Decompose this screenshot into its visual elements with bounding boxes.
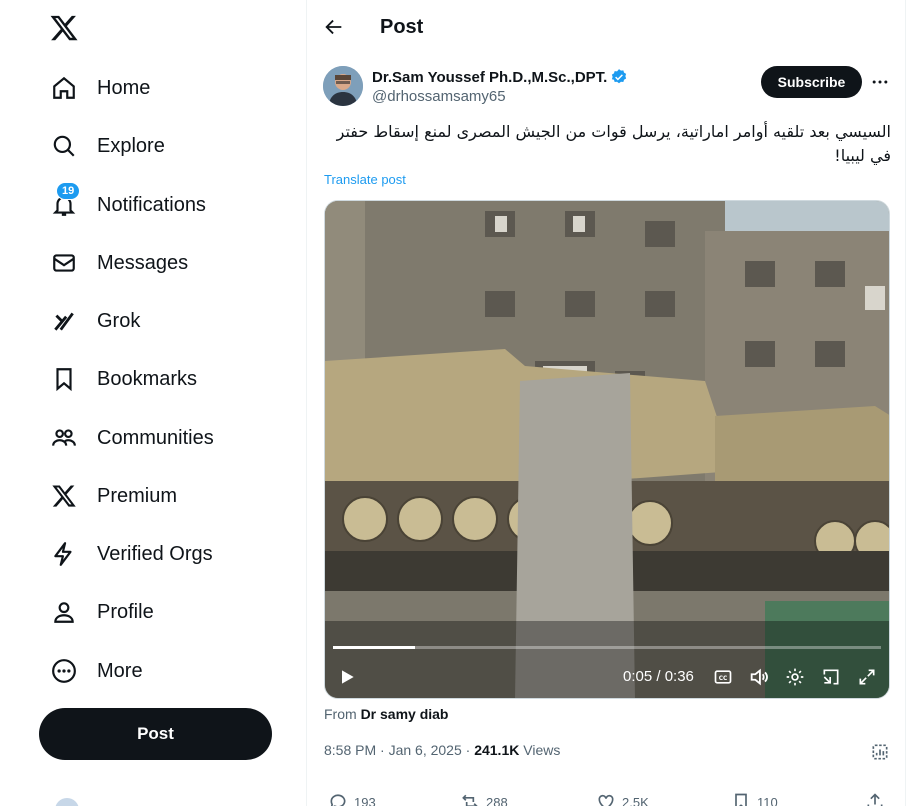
- nav-premium[interactable]: Premium: [50, 476, 177, 516]
- communities-icon: [50, 424, 78, 452]
- nav-home[interactable]: Home: [50, 68, 150, 108]
- video-frame: [325, 201, 889, 698]
- bell-icon: 19: [50, 182, 81, 219]
- views-label: Views: [523, 742, 561, 758]
- nav-messages-label: Messages: [97, 251, 189, 274]
- page-title: Post: [380, 16, 424, 38]
- like-button[interactable]: 2.5K: [596, 792, 649, 806]
- nav-explore-label: Explore: [97, 134, 165, 157]
- reply-icon: [330, 794, 346, 806]
- picture-in-picture-icon[interactable]: [819, 665, 843, 689]
- tweet-timestamp[interactable]: 8:58 PM · Jan 6, 2025 ·: [324, 742, 470, 758]
- captions-icon[interactable]: CC: [711, 665, 735, 689]
- author-name[interactable]: Dr.Sam Youssef Ph.D.,M.Sc.,DPT.: [372, 68, 628, 86]
- nav-communities-label: Communities: [97, 426, 214, 449]
- person-icon: [50, 598, 78, 626]
- heart-icon: [598, 794, 614, 806]
- left-sidebar: Home Explore 19 Notifications Messages G…: [0, 0, 306, 806]
- compose-post-button[interactable]: Post: [39, 708, 272, 760]
- back-arrow-icon[interactable]: [323, 16, 347, 40]
- nav-premium-label: Premium: [97, 484, 178, 507]
- fullscreen-icon[interactable]: [855, 665, 879, 689]
- nav-bookmarks[interactable]: Bookmarks: [50, 359, 197, 399]
- settings-gear-icon[interactable]: [783, 665, 807, 689]
- nav-messages[interactable]: Messages: [50, 243, 188, 283]
- like-count: 2.5K: [622, 794, 649, 806]
- account-avatar[interactable]: [55, 798, 79, 806]
- video-player[interactable]: 0:05 / 0:36 CC: [324, 200, 890, 699]
- main-column: Post Dr.Sam Youssef Ph.D.,M.Sc.,DPT. @dr…: [306, 0, 906, 806]
- video-time: 0:05 / 0:36: [623, 668, 694, 685]
- nav-bookmarks-label: Bookmarks: [97, 367, 198, 390]
- reply-button[interactable]: 193: [328, 792, 376, 806]
- video-progress-fill: [333, 646, 416, 649]
- views-count: 241.1K: [474, 742, 520, 758]
- nav-grok-label: Grok: [97, 309, 141, 332]
- nav-home-label: Home: [97, 76, 151, 99]
- subscribe-button[interactable]: Subscribe: [761, 66, 862, 98]
- nav-profile-label: Profile: [97, 600, 154, 623]
- share-icon: [867, 793, 883, 806]
- tweet-meta: 8:58 PM · Jan 6, 2025 · 241.1K Views: [324, 742, 560, 758]
- grok-icon: [50, 307, 78, 335]
- x-logo-icon[interactable]: [49, 13, 81, 45]
- author-avatar[interactable]: [323, 66, 363, 106]
- search-icon: [50, 132, 78, 160]
- bookmark-count: 110: [757, 794, 778, 806]
- repost-icon: [462, 794, 478, 806]
- nav-profile[interactable]: Profile: [50, 592, 154, 632]
- mail-icon: [50, 249, 78, 277]
- author-handle[interactable]: @drhossamsamy65: [372, 88, 506, 105]
- volume-icon[interactable]: [747, 665, 771, 689]
- bookmark-icon: [50, 365, 78, 393]
- tweet-actions: 193 288 2.5K 110: [307, 786, 906, 806]
- video-source: From Dr samy diab: [324, 706, 449, 722]
- nav-notifications-label: Notifications: [97, 193, 206, 216]
- play-icon[interactable]: [335, 665, 359, 689]
- nav-more-label: More: [97, 659, 143, 682]
- video-source-prefix: From: [324, 706, 357, 722]
- repost-count: 288: [486, 794, 508, 806]
- nav-communities[interactable]: Communities: [50, 418, 214, 458]
- post-header: Post: [307, 0, 906, 56]
- nav-grok[interactable]: Grok: [50, 301, 140, 341]
- reply-count: 193: [354, 794, 376, 806]
- tweet-text: السيسي بعد تلقيه أوامر اماراتية، يرسل قو…: [336, 122, 891, 165]
- analytics-icon[interactable]: [870, 742, 890, 762]
- bookmark-icon: [735, 793, 747, 806]
- bookmark-button[interactable]: 110: [731, 792, 778, 806]
- nav-explore[interactable]: Explore: [50, 126, 165, 166]
- nav-verified-orgs-label: Verified Orgs: [97, 542, 213, 565]
- nav-notifications[interactable]: 19 Notifications: [50, 182, 206, 225]
- notification-badge: 19: [56, 182, 81, 200]
- video-source-name[interactable]: Dr samy diab: [361, 706, 449, 722]
- verified-badge-icon: [612, 69, 627, 84]
- nav-verified-orgs[interactable]: Verified Orgs: [50, 534, 213, 574]
- share-button[interactable]: [865, 792, 891, 806]
- home-icon: [50, 74, 78, 102]
- repost-button[interactable]: 288: [460, 792, 508, 806]
- video-progress-track[interactable]: [333, 646, 881, 649]
- x-logo-icon: [50, 482, 78, 510]
- svg-text:CC: CC: [719, 676, 728, 682]
- author-name-text: Dr.Sam Youssef Ph.D.,M.Sc.,DPT.: [372, 68, 608, 86]
- translate-post-link[interactable]: Translate post: [324, 172, 406, 187]
- more-options-icon[interactable]: [869, 72, 891, 92]
- more-circle-icon: [50, 657, 78, 685]
- lightning-icon: [50, 540, 78, 568]
- nav-more[interactable]: More: [50, 651, 143, 691]
